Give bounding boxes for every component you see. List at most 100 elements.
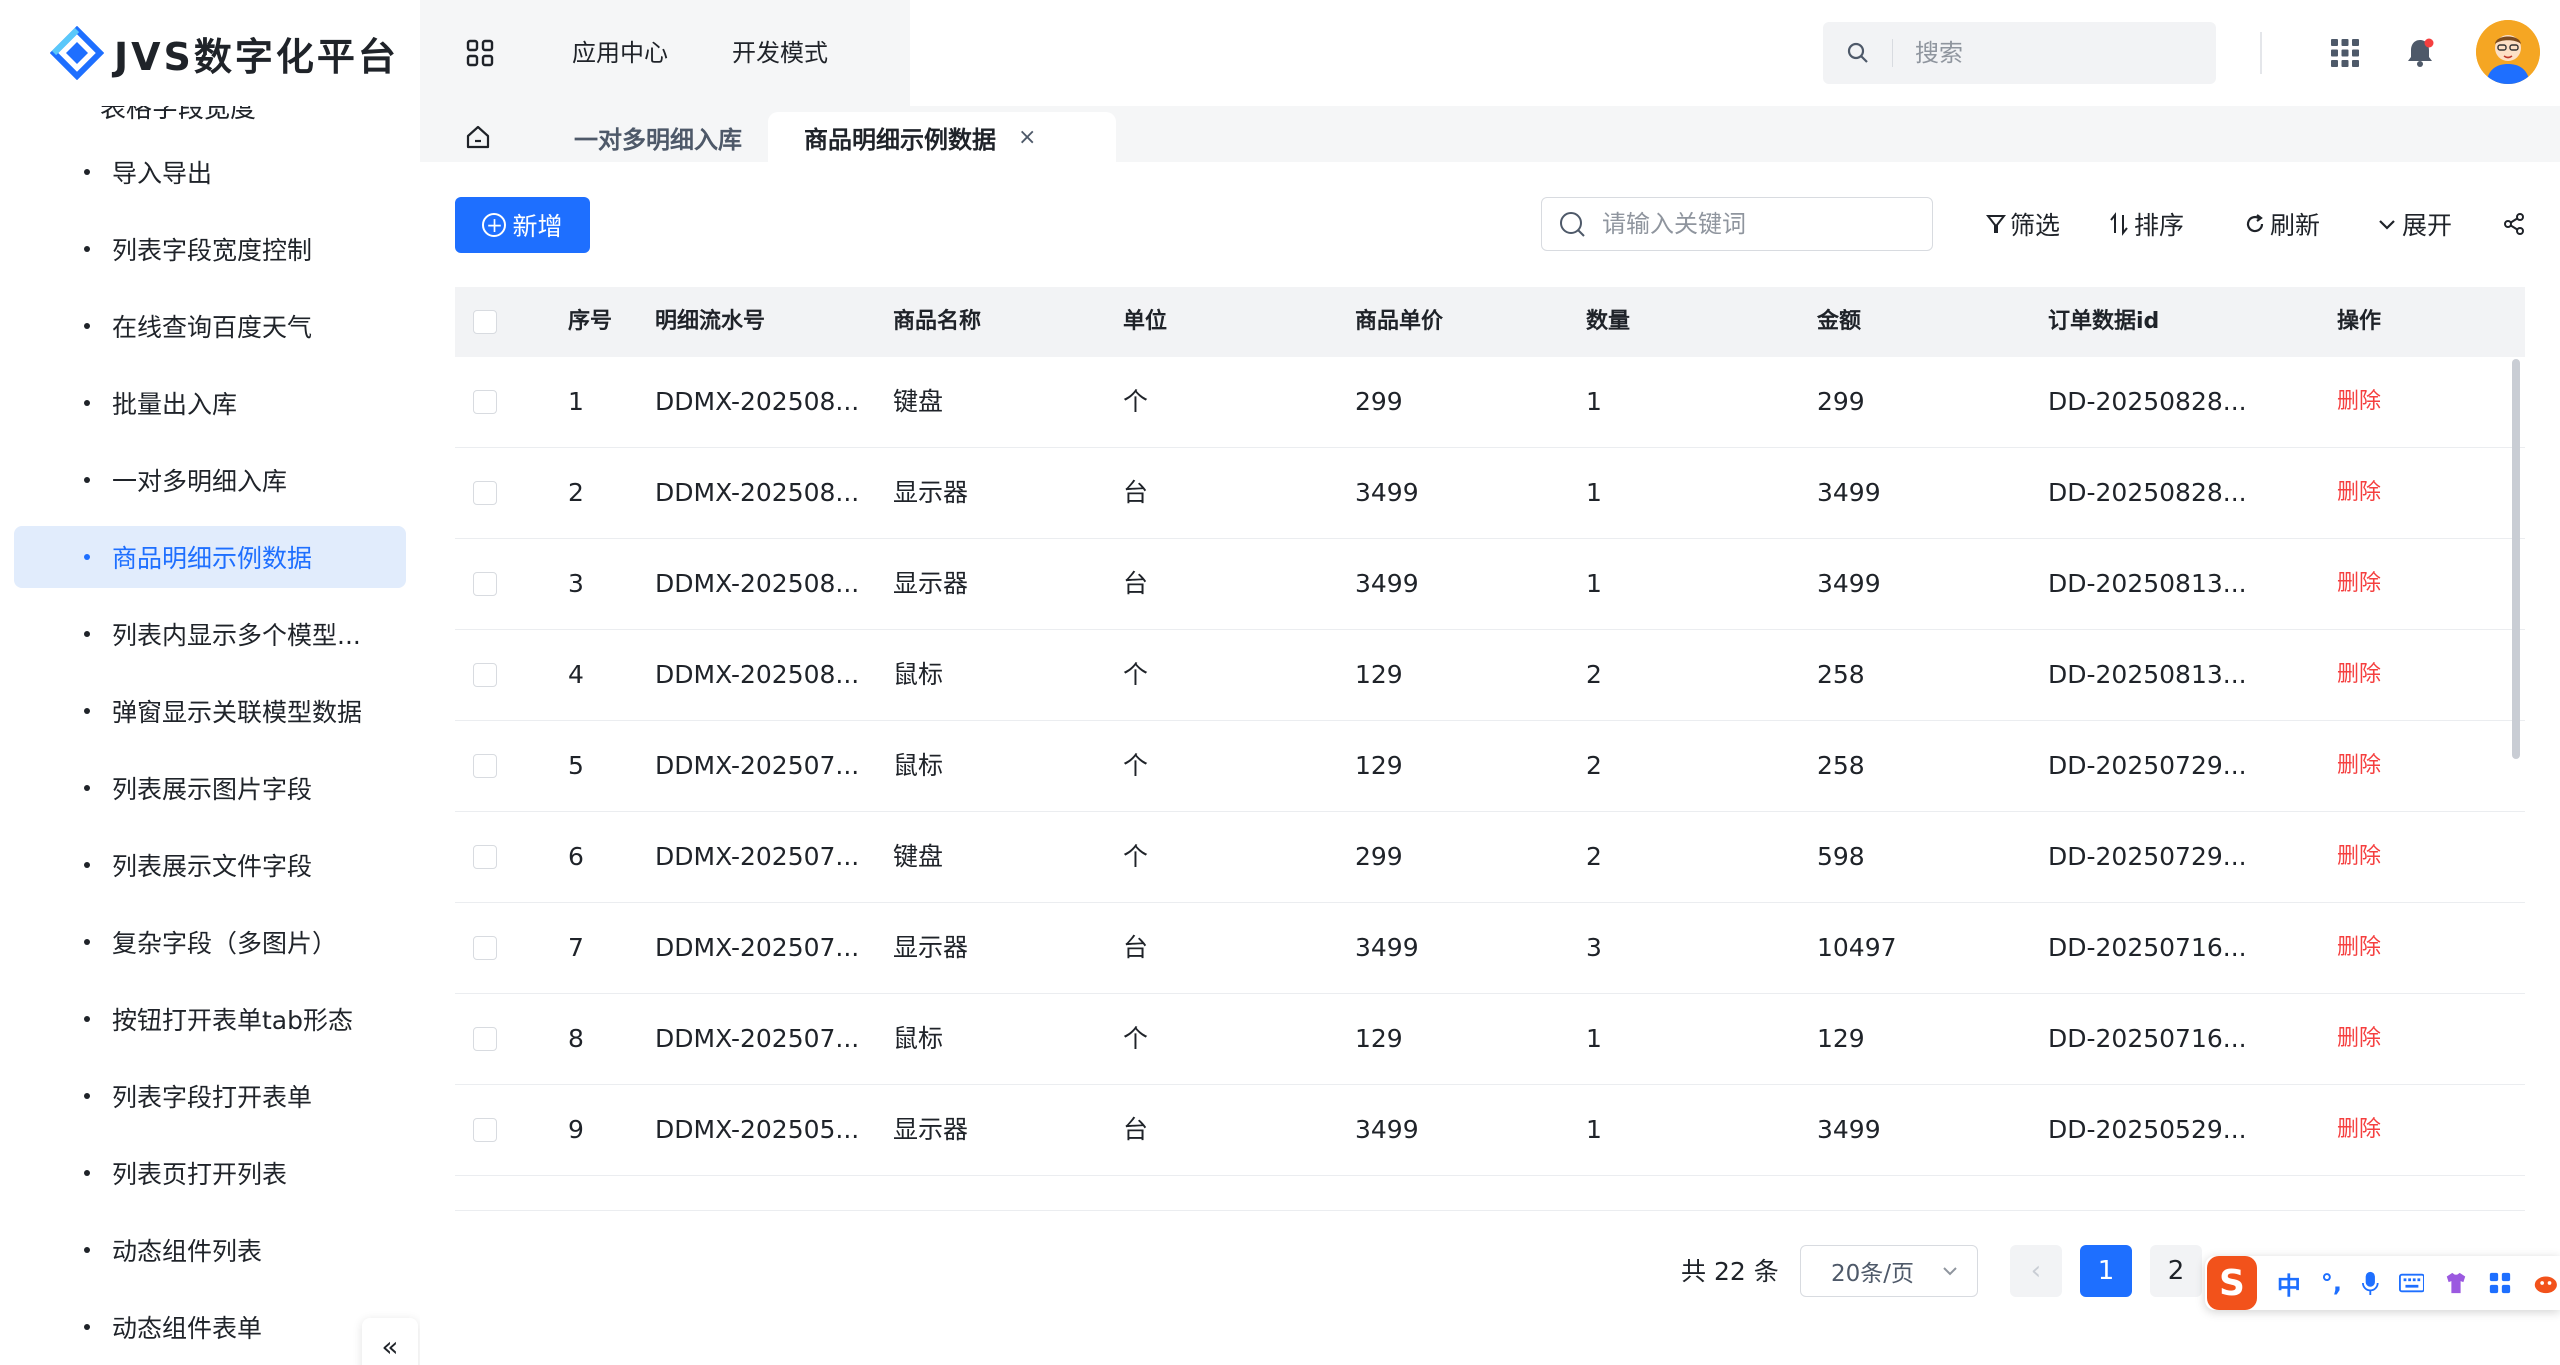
filter-button[interactable]: 筛选	[1986, 202, 2060, 246]
th-amount[interactable]: 金额	[1817, 287, 1861, 357]
delete-link[interactable]: 删除	[2337, 994, 2381, 1084]
delete-link[interactable]: 删除	[2337, 812, 2381, 902]
expand-button[interactable]: 展开	[2376, 202, 2452, 246]
th-unit[interactable]: 单位	[1123, 287, 1167, 357]
th-index[interactable]: 序号	[568, 287, 612, 357]
table-row[interactable]: 4 DDMX-202508... 鼠标 个 129 2 258 DD-20250813... 删…	[455, 630, 2525, 721]
th-product-name[interactable]: 商品名称	[893, 287, 981, 357]
row-checkbox[interactable]	[473, 572, 497, 596]
row-checkbox[interactable]	[473, 845, 497, 869]
row-checkbox[interactable]	[473, 1027, 497, 1051]
th-actions: 操作	[2337, 309, 2382, 334]
table-row[interactable]: 1 DDMX-202508... 键盘 个 299 1 299 DD-20250828... 删…	[455, 357, 2525, 448]
collapse-sidebar-button[interactable]: «	[362, 1318, 418, 1365]
th-quantity[interactable]: 数量	[1586, 287, 1630, 357]
sidebar-item-dynamic-form[interactable]: 动态组件表单	[14, 1296, 406, 1358]
th-unit-price[interactable]: 商品单价	[1355, 287, 1443, 357]
bullet-icon	[84, 246, 90, 252]
keyword-search-input[interactable]	[1592, 210, 1912, 238]
user-avatar[interactable]	[2476, 20, 2540, 84]
sidebar-item-button-tab[interactable]: 按钮打开表单tab形态	[14, 988, 406, 1050]
punctuation-icon[interactable]: °,	[2321, 1269, 2342, 1297]
prev-page-button[interactable]: ‹	[2010, 1245, 2062, 1297]
cell-unit-price: 3499	[1355, 1115, 1419, 1144]
sidebar-item-batch-stock[interactable]: 批量出入库	[14, 372, 406, 434]
app-launcher-icon[interactable]	[2330, 38, 2360, 68]
cell-detail-no: DDMX-202507...	[655, 1024, 860, 1053]
sidebar-item-file-field[interactable]: 列表展示文件字段	[14, 834, 406, 896]
table-row[interactable]: 8 DDMX-202507... 鼠标 个 129 1 129 DD-20250716... 删…	[455, 994, 2525, 1085]
table-scrollbar[interactable]	[2512, 359, 2520, 759]
sidebar-item-product-detail[interactable]: 商品明细示例数据	[14, 526, 406, 588]
table-row[interactable]: 6 DDMX-202507... 键盘 个 299 2 598 DD-20250729... 删…	[455, 812, 2525, 903]
cell-quantity: 2	[1586, 842, 1602, 871]
sidebar-item-label: 导入导出	[112, 159, 213, 188]
sidebar-item-column-width[interactable]: 列表字段宽度控制	[14, 218, 406, 280]
sidebar-item-field-open-form[interactable]: 列表字段打开表单	[14, 1065, 406, 1127]
toolbox-icon[interactable]	[2488, 1270, 2512, 1296]
home-tab[interactable]	[420, 112, 536, 162]
app-logo[interactable]: JVS数字化平台	[50, 24, 399, 82]
delete-link[interactable]: 删除	[2337, 448, 2381, 538]
sidebar-item-list-open-list[interactable]: 列表页打开列表	[14, 1142, 406, 1204]
row-checkbox[interactable]	[473, 663, 497, 687]
bullet-icon	[84, 862, 90, 868]
tab-one-to-many[interactable]: 一对多明细入库	[554, 112, 762, 162]
sidebar-item-weather[interactable]: 在线查询百度天气	[14, 295, 406, 357]
tab-product-detail[interactable]: 商品明细示例数据 ×	[768, 112, 1116, 162]
row-checkbox[interactable]	[473, 754, 497, 778]
row-checkbox[interactable]	[473, 390, 497, 414]
keyboard-icon[interactable]	[2398, 1272, 2425, 1294]
page-1-button[interactable]: 1	[2080, 1245, 2132, 1297]
share-button[interactable]	[2502, 202, 2526, 246]
sidebar-item-multi-model[interactable]: 列表内显示多个模型...	[14, 603, 406, 665]
sidebar: 表格字段宽度 导入导出 列表字段宽度控制 在线查询百度天气 批量出入库 一对多明…	[0, 106, 420, 1365]
ime-mode[interactable]: 中	[2277, 1266, 2301, 1301]
page-2-button[interactable]: 2	[2150, 1245, 2202, 1297]
close-icon[interactable]: ×	[1018, 125, 1036, 150]
add-button[interactable]: + 新增	[455, 197, 590, 253]
table-row[interactable]: 7 DDMX-202507... 显示器 台 3499 3 10497 DD-20250716…	[455, 903, 2525, 994]
delete-link[interactable]: 删除	[2337, 903, 2381, 993]
table-row[interactable]: 2 DDMX-202508... 显示器 台 3499 1 3499 DD-20250828.…	[455, 448, 2525, 539]
delete-link[interactable]: 删除	[2337, 539, 2381, 629]
skin-icon[interactable]	[2444, 1270, 2468, 1296]
ime-toolbar[interactable]: S 中 °,	[2205, 1256, 2560, 1310]
table-row[interactable]: 5 DDMX-202507... 鼠标 个 129 2 258 DD-20250729... 删…	[455, 721, 2525, 812]
sidebar-item-complex-field[interactable]: 复杂字段（多图片）	[14, 911, 406, 973]
delete-link[interactable]: 删除	[2337, 357, 2381, 447]
cell-amount: 258	[1817, 751, 1865, 780]
delete-link[interactable]: 删除	[2337, 630, 2381, 720]
bell-icon[interactable]	[2403, 36, 2437, 70]
nav-dev-mode[interactable]: 开发模式	[700, 0, 860, 106]
global-search-input[interactable]	[1893, 39, 2193, 67]
page-size-select[interactable]: 20条/页	[1800, 1245, 1978, 1297]
row-checkbox[interactable]	[473, 1118, 497, 1142]
apps-grid-icon[interactable]	[420, 0, 540, 106]
row-checkbox[interactable]	[473, 481, 497, 505]
sidebar-item-import-export[interactable]: 导入导出	[14, 141, 406, 203]
nav-app-center[interactable]: 应用中心	[540, 0, 700, 106]
table-row[interactable]: 9 DDMX-202505... 显示器 台 3499 1 3499 DD-20250529.…	[455, 1085, 2525, 1176]
sidebar-item-one-to-many[interactable]: 一对多明细入库	[14, 449, 406, 511]
select-all-checkbox[interactable]	[473, 310, 497, 334]
page-size-value: 20条/页	[1831, 1261, 1915, 1287]
refresh-button[interactable]: 刷新	[2244, 202, 2320, 246]
bullet-icon	[84, 323, 90, 329]
th-detail-no[interactable]: 明细流水号	[655, 287, 765, 357]
mascot-icon[interactable]	[2532, 1270, 2560, 1296]
table-row[interactable]: 3 DDMX-202508... 显示器 台 3499 1 3499 DD-20250813.…	[455, 539, 2525, 630]
sidebar-item-image-field[interactable]: 列表展示图片字段	[14, 757, 406, 819]
sidebar-item-dynamic-list[interactable]: 动态组件列表	[14, 1219, 406, 1281]
microphone-icon[interactable]	[2361, 1269, 2379, 1297]
delete-link[interactable]: 删除	[2337, 721, 2381, 811]
cell-unit-price: 3499	[1355, 478, 1419, 507]
sidebar-item-popup-model[interactable]: 弹窗显示关联模型数据	[14, 680, 406, 742]
keyword-search[interactable]	[1541, 197, 1933, 251]
sort-button[interactable]: 排序	[2108, 202, 2184, 246]
cell-detail-no: DDMX-202508...	[655, 569, 860, 598]
delete-link[interactable]: 删除	[2337, 1085, 2381, 1175]
th-order-id[interactable]: 订单数据id	[2048, 287, 2159, 357]
row-checkbox[interactable]	[473, 936, 497, 960]
global-search[interactable]	[1823, 22, 2216, 84]
